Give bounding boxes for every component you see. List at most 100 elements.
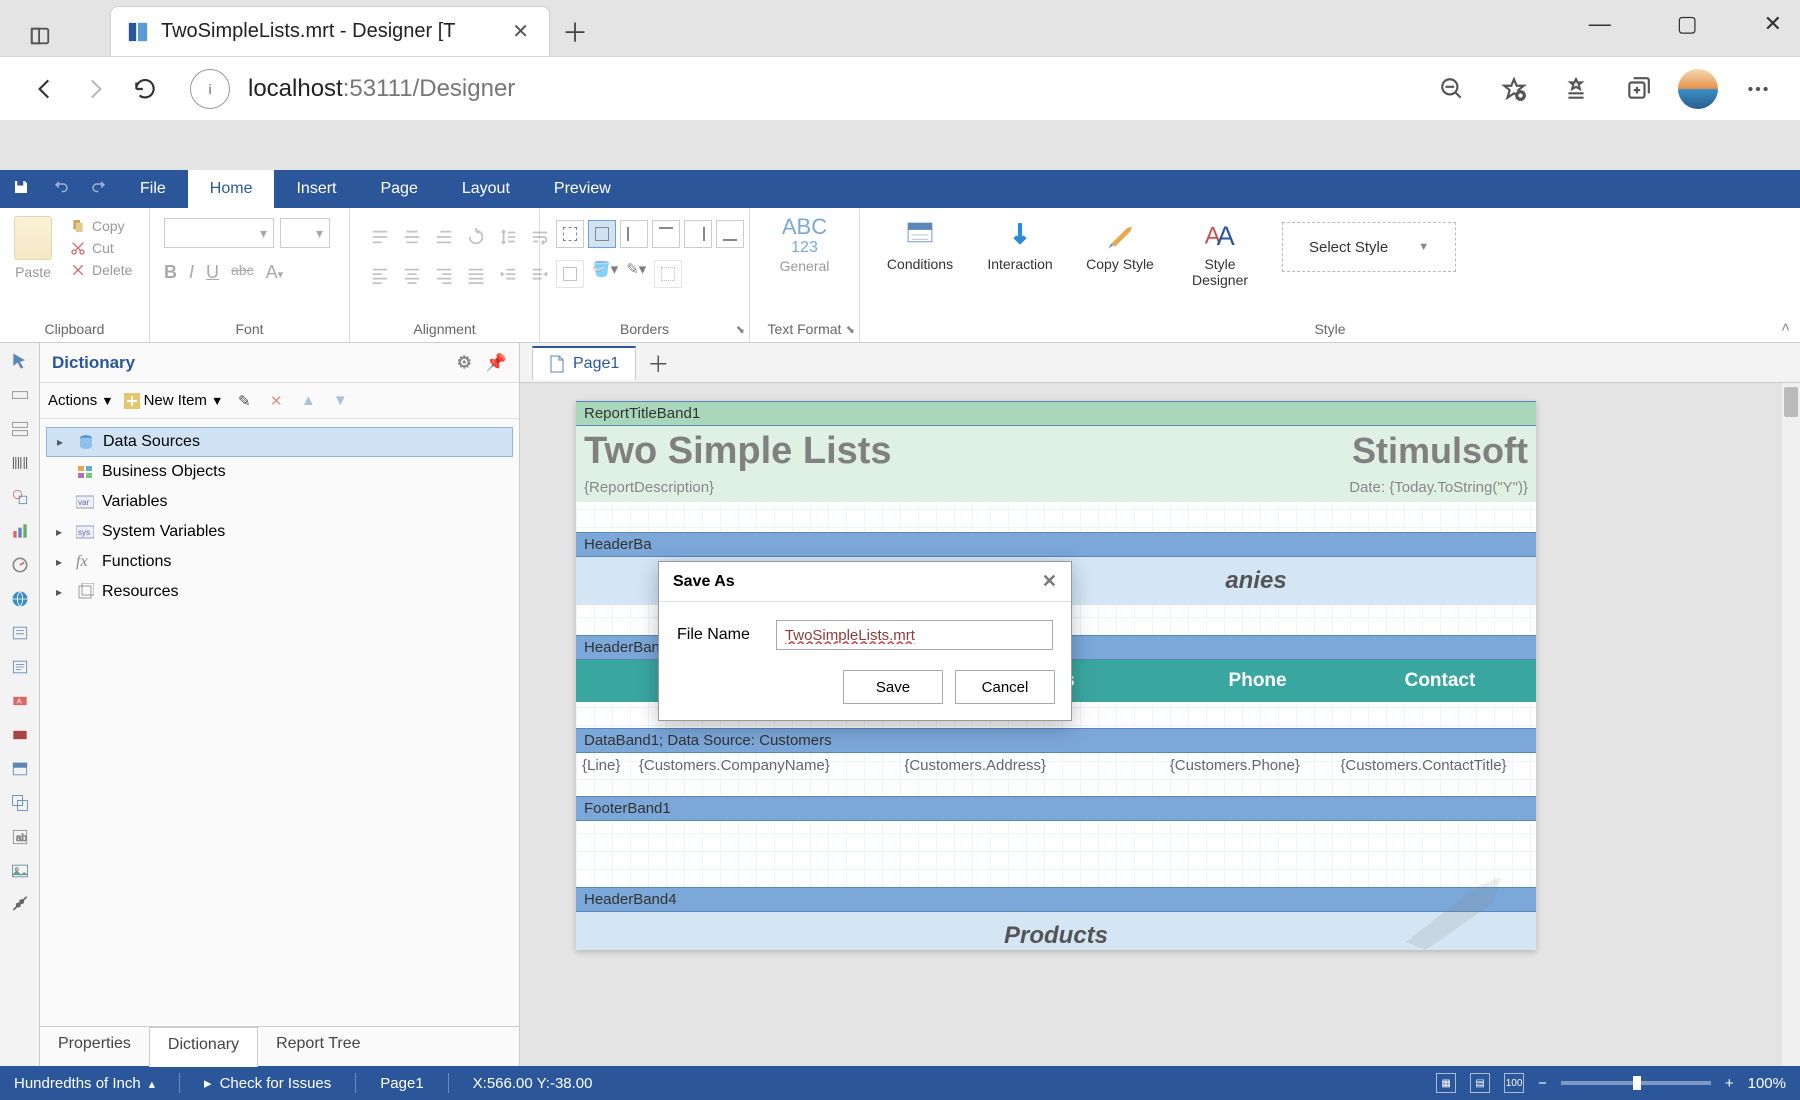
browser-tab[interactable]: TwoSimpleLists.mrt - Designer [T ✕ bbox=[110, 6, 550, 56]
collections-icon[interactable] bbox=[1616, 67, 1660, 111]
undo-button[interactable] bbox=[42, 178, 80, 201]
align-left-button[interactable] bbox=[366, 258, 394, 292]
border-right-button[interactable] bbox=[684, 220, 712, 248]
tool-checkbox-icon[interactable]: ab bbox=[6, 823, 34, 851]
report-description-expr[interactable]: {ReportDescription} bbox=[584, 479, 714, 496]
view-mode-2-icon[interactable]: ▤ bbox=[1470, 1073, 1490, 1093]
align-center-button[interactable] bbox=[398, 258, 426, 292]
interaction-button[interactable]: Interaction bbox=[980, 218, 1060, 272]
tool-gauge-icon[interactable] bbox=[6, 551, 34, 579]
ribbon-tab-preview[interactable]: Preview bbox=[532, 170, 633, 208]
vertical-scrollbar[interactable] bbox=[1782, 383, 1800, 1066]
tree-system-variables[interactable]: ▸sysSystem Variables bbox=[46, 517, 513, 547]
align-justify-button[interactable] bbox=[462, 258, 490, 292]
favorites-list-icon[interactable] bbox=[1554, 67, 1598, 111]
align-middle-button[interactable] bbox=[398, 220, 426, 254]
dialog-close-icon[interactable]: ✕ bbox=[1042, 571, 1057, 592]
tool-clone-icon[interactable] bbox=[6, 789, 34, 817]
delete-button[interactable]: Delete bbox=[70, 262, 132, 278]
new-item-dropdown[interactable]: New Item ▼ bbox=[124, 392, 224, 409]
tool-textbox-red-icon[interactable]: A bbox=[6, 687, 34, 715]
tab-overview-icon[interactable] bbox=[20, 16, 60, 56]
font-size-combo[interactable]: ▾ bbox=[280, 218, 330, 248]
zoom-out-icon[interactable] bbox=[1430, 67, 1474, 111]
tool-crossband-icon[interactable] bbox=[6, 415, 34, 443]
window-close[interactable]: ✕ bbox=[1756, 3, 1790, 45]
actions-dropdown[interactable]: Actions ▼ bbox=[48, 392, 114, 409]
status-page[interactable]: Page1 bbox=[380, 1075, 423, 1092]
data-row[interactable]: {Line} {Customers.CompanyName} {Customer… bbox=[576, 753, 1536, 778]
tab-dictionary[interactable]: Dictionary bbox=[149, 1027, 258, 1067]
ribbon-tab-home[interactable]: Home bbox=[188, 170, 275, 208]
band-header4[interactable]: HeaderBand4 bbox=[576, 887, 1536, 912]
redo-button[interactable] bbox=[80, 178, 118, 201]
save-button[interactable] bbox=[0, 178, 42, 201]
text-format-button[interactable]: ABC 123 General bbox=[770, 212, 840, 274]
textformat-dialog-launcher[interactable]: ⬊ bbox=[846, 323, 855, 336]
brand-text[interactable]: Stimulsoft bbox=[1352, 430, 1528, 472]
canvas[interactable]: ReportTitleBand1 Two Simple Lists Stimul… bbox=[520, 383, 1800, 1066]
font-color-button[interactable]: A▾ bbox=[266, 262, 284, 283]
tool-cursor-icon[interactable] bbox=[6, 347, 34, 375]
profile-avatar[interactable] bbox=[1678, 69, 1718, 109]
tool-barcode-icon[interactable] bbox=[6, 449, 34, 477]
ribbon-tab-insert[interactable]: Insert bbox=[274, 170, 358, 208]
style-designer-button[interactable]: AA Style Designer bbox=[1180, 218, 1260, 288]
cancel-dialog-button[interactable]: Cancel bbox=[955, 670, 1055, 704]
band-header3[interactable]: HeaderBa bbox=[576, 532, 1536, 557]
band-data1[interactable]: DataBand1; Data Source: Customers bbox=[576, 728, 1536, 753]
tree-variables[interactable]: varVariables bbox=[46, 487, 513, 517]
underline-button[interactable]: U bbox=[206, 262, 219, 283]
zoom-level[interactable]: 100% bbox=[1748, 1075, 1786, 1092]
zoom-slider[interactable] bbox=[1561, 1081, 1711, 1085]
copy-button[interactable]: Copy bbox=[70, 218, 132, 234]
ribbon-tab-layout[interactable]: Layout bbox=[440, 170, 532, 208]
band-footer1[interactable]: FooterBand1 bbox=[576, 796, 1536, 821]
tree-data-sources[interactable]: ▸Data Sources bbox=[46, 427, 513, 457]
tab-properties[interactable]: Properties bbox=[40, 1027, 149, 1066]
add-page-button[interactable]: ＋ bbox=[640, 347, 676, 379]
border-style-button[interactable] bbox=[654, 260, 682, 288]
border-color-button[interactable]: ✎▾ bbox=[626, 260, 646, 288]
tool-map-icon[interactable] bbox=[6, 585, 34, 613]
tool-band-icon[interactable] bbox=[6, 381, 34, 409]
window-minimize[interactable]: — bbox=[1581, 3, 1619, 45]
dialog-titlebar[interactable]: Save As ✕ bbox=[659, 562, 1071, 602]
conditions-button[interactable]: Conditions bbox=[880, 218, 960, 272]
font-name-combo[interactable]: ▾ bbox=[164, 218, 274, 248]
tool-textbox-dark-icon[interactable] bbox=[6, 721, 34, 749]
zoom-in-button[interactable]: + bbox=[1725, 1075, 1734, 1092]
border-outline-button[interactable] bbox=[556, 260, 584, 288]
nav-back-button[interactable] bbox=[20, 64, 70, 114]
edit-icon[interactable]: ✎ bbox=[233, 390, 255, 412]
status-unit[interactable]: Hundredths of Inch ▴ bbox=[14, 1075, 155, 1092]
site-info-icon[interactable]: i bbox=[190, 69, 230, 109]
align-bottom-button[interactable] bbox=[430, 220, 458, 254]
ribbon-collapse-icon[interactable]: ˄ bbox=[1781, 319, 1790, 336]
border-none-button[interactable] bbox=[556, 220, 584, 248]
url-bar[interactable]: i localhost:53111/Designer bbox=[190, 67, 1410, 111]
window-maximize[interactable]: ▢ bbox=[1669, 3, 1706, 45]
save-dialog-button[interactable]: Save bbox=[843, 670, 943, 704]
ribbon-tab-file[interactable]: File bbox=[118, 170, 188, 208]
border-bottom-button[interactable] bbox=[716, 220, 744, 248]
tool-image-icon[interactable] bbox=[6, 857, 34, 885]
tool-chart-icon[interactable] bbox=[6, 517, 34, 545]
indent-left-button[interactable] bbox=[494, 258, 522, 292]
bold-button[interactable]: B bbox=[164, 262, 177, 283]
zoom-out-button[interactable]: − bbox=[1538, 1075, 1547, 1092]
status-check-issues[interactable]: ▸Check for Issues bbox=[204, 1074, 331, 1092]
delete-item-icon[interactable]: ✕ bbox=[265, 390, 287, 412]
more-icon[interactable] bbox=[1736, 67, 1780, 111]
view-mode-1-icon[interactable]: ▦ bbox=[1436, 1073, 1456, 1093]
tool-richtext-icon[interactable] bbox=[6, 653, 34, 681]
strikethrough-button[interactable]: abc bbox=[231, 262, 254, 283]
dictionary-pin-icon[interactable]: 📌 bbox=[486, 353, 507, 373]
cut-button[interactable]: Cut bbox=[70, 240, 132, 256]
line-spacing-button[interactable] bbox=[494, 220, 522, 254]
tree-resources[interactable]: ▸Resources bbox=[46, 577, 513, 607]
italic-button[interactable]: I bbox=[189, 262, 194, 283]
border-top-button[interactable] bbox=[652, 220, 680, 248]
nav-forward-button[interactable] bbox=[70, 64, 120, 114]
band-reporttitle[interactable]: ReportTitleBand1 bbox=[576, 401, 1536, 426]
